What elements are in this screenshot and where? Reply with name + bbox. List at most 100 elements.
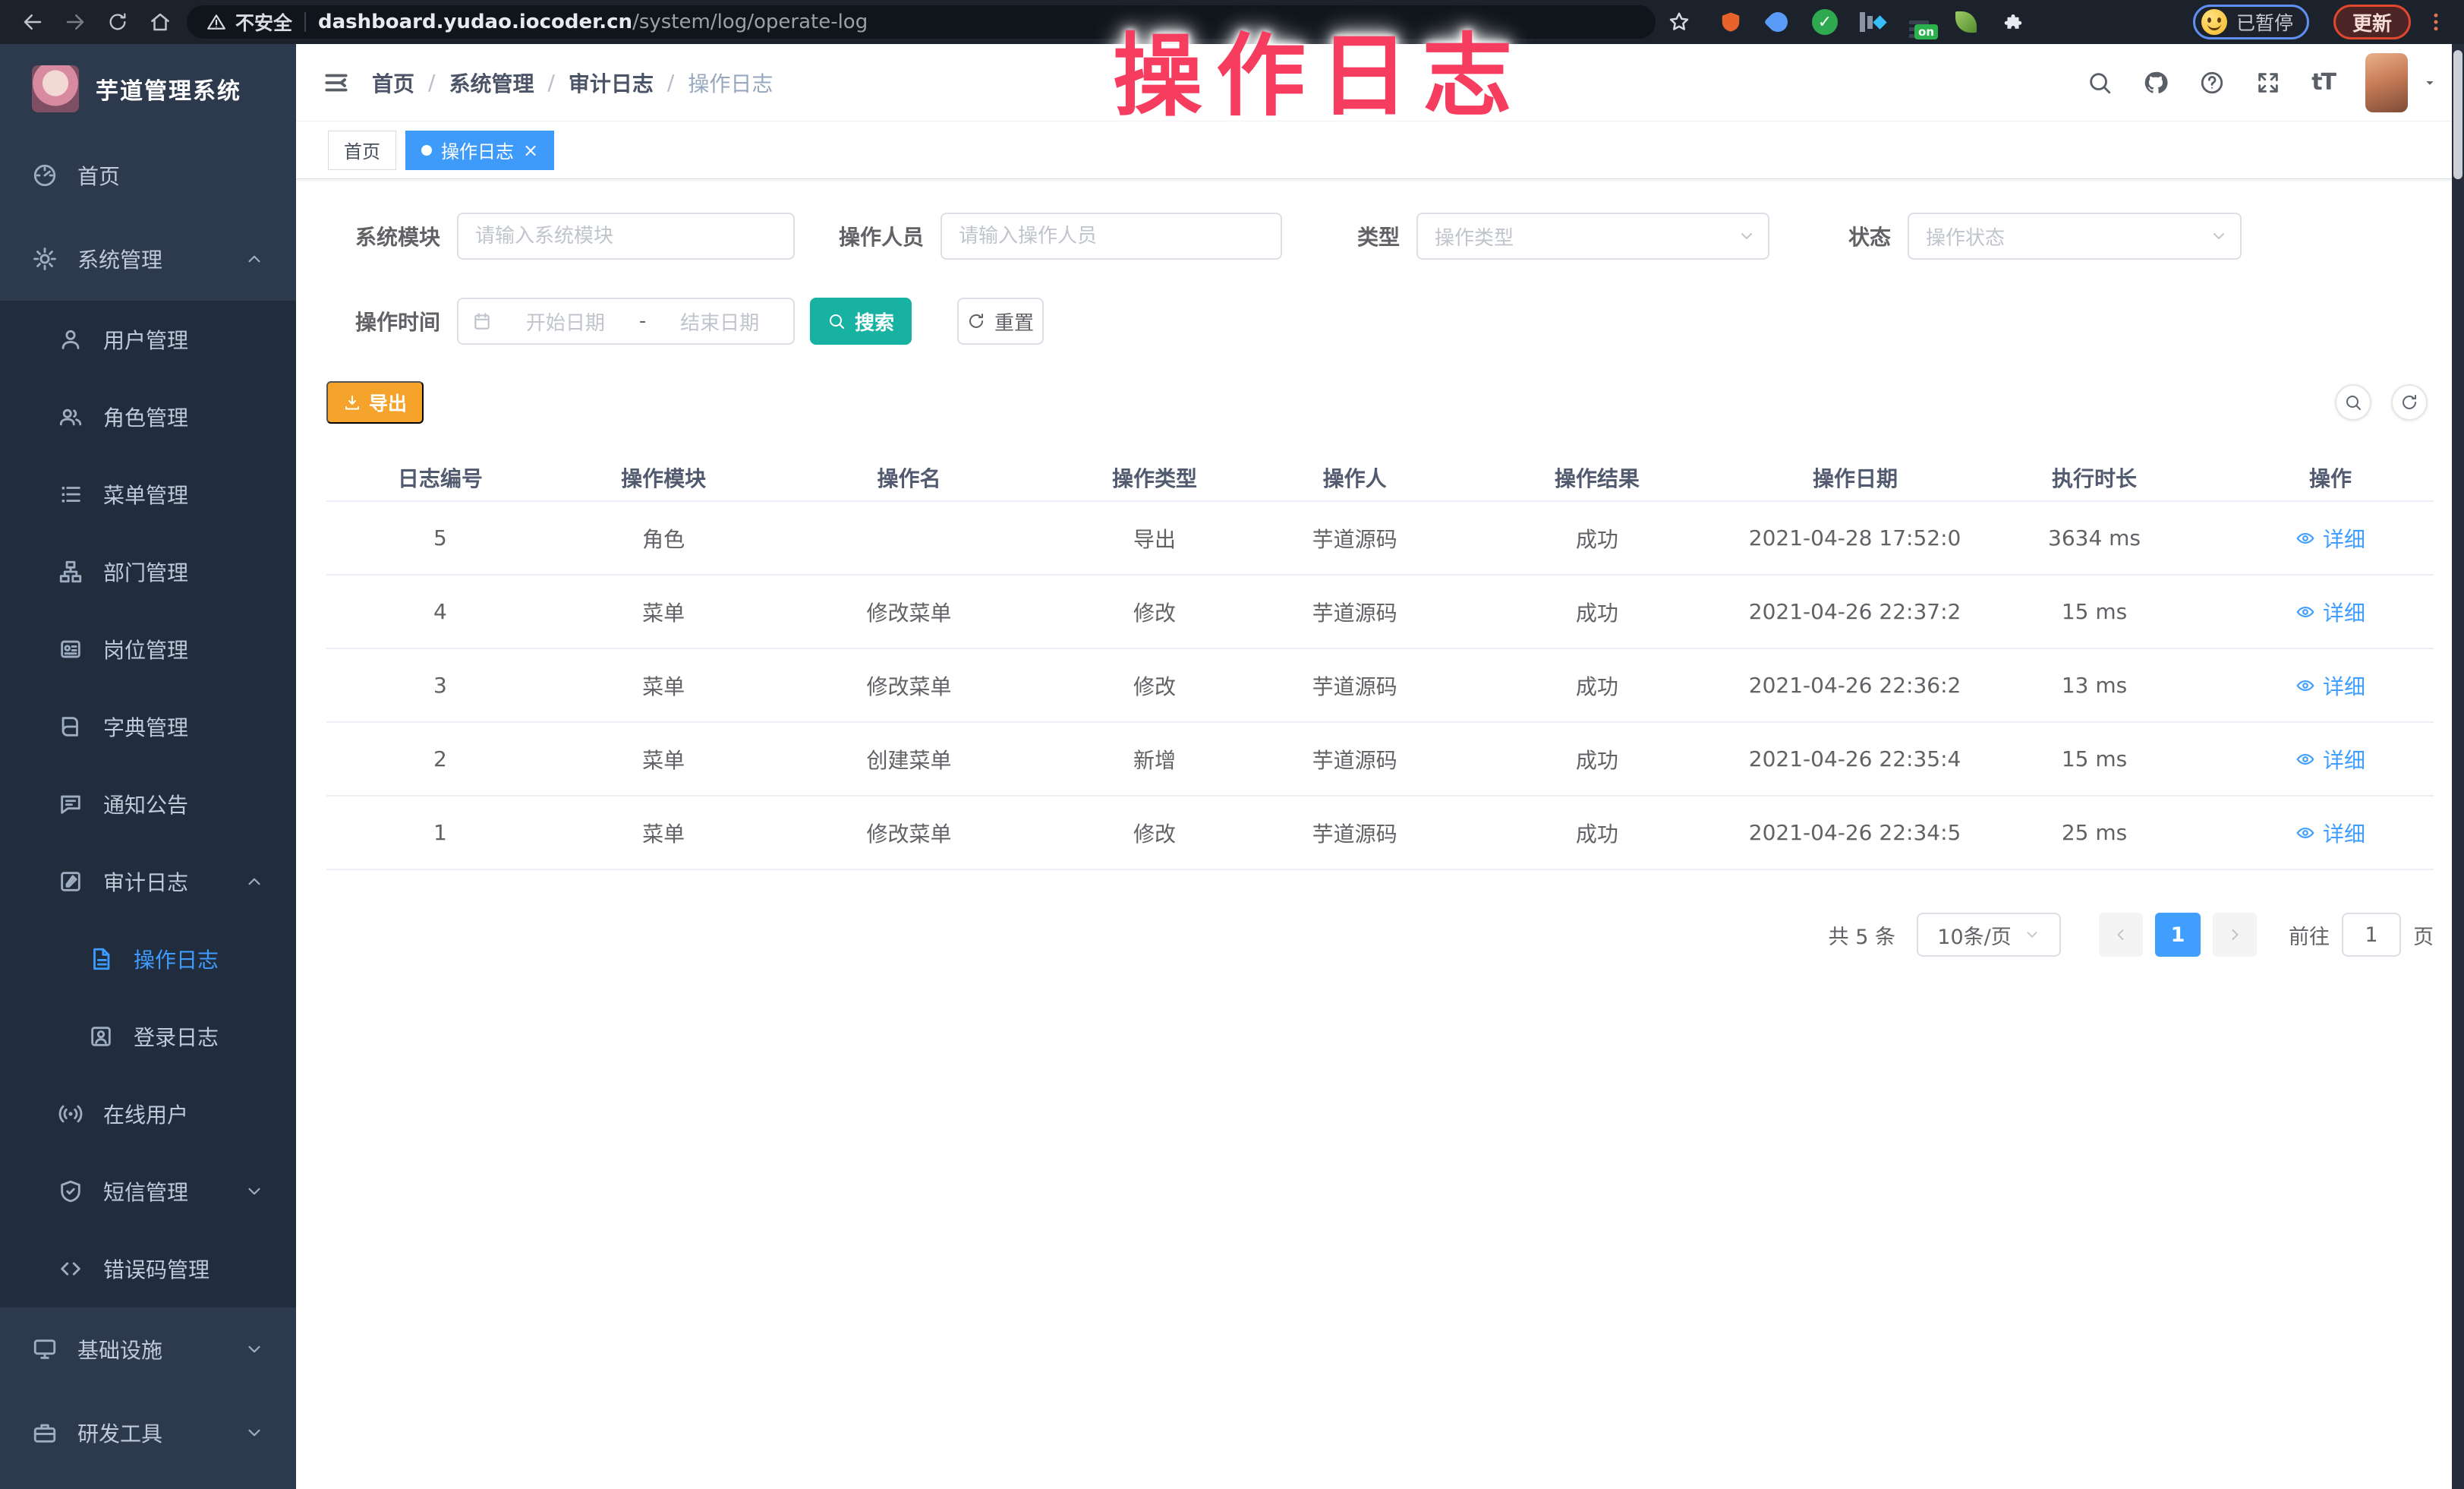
security-chip[interactable]: 不安全 — [206, 8, 292, 36]
sidebar-item-notice[interactable]: 通知公告 — [0, 765, 296, 843]
reset-button[interactable]: 重置 — [957, 298, 1044, 345]
sidebar-item-user[interactable]: 用户管理 — [0, 301, 296, 378]
cell: 修改菜单 — [774, 796, 1045, 869]
font-size-icon[interactable]: tT — [2311, 69, 2335, 96]
table-toolbar-right — [2335, 384, 2428, 421]
column-header-操作日期: 操作日期 — [1749, 454, 1961, 501]
sidebar-item-sms[interactable]: 短信管理 — [0, 1153, 296, 1230]
annotation-overlay-title: 操作日志 — [1113, 3, 1526, 133]
module-label: 系统模块 — [326, 221, 440, 251]
status-select[interactable]: 操作状态 — [1908, 213, 2242, 260]
shield-ext-icon[interactable] — [1716, 8, 1745, 36]
tab-首页[interactable]: 首页 — [328, 131, 396, 170]
breadcrumb-item-1[interactable]: 首页 — [372, 68, 414, 98]
cell: 3 — [326, 648, 554, 722]
app-logo-row[interactable]: 芋道管理系统 — [0, 44, 296, 134]
close-icon[interactable]: × — [523, 141, 538, 159]
detail-link[interactable]: 详细 — [2295, 818, 2365, 848]
paused-extension-chip[interactable]: 已暂停 — [2193, 5, 2309, 39]
type-select[interactable]: 操作类型 — [1416, 213, 1769, 260]
cell: 成功 — [1445, 501, 1749, 575]
sidebar-item-dict[interactable]: 字典管理 — [0, 688, 296, 765]
cell: 菜单 — [554, 648, 774, 722]
check-ext-icon[interactable]: ✓ — [1810, 8, 1839, 36]
drop-ext-icon[interactable] — [1763, 8, 1792, 36]
pagination-total: 共 5 条 — [1829, 920, 1895, 950]
sidebar-item-audit-log[interactable]: 审计日志 — [0, 843, 296, 920]
sidebar-item-dev-tool[interactable]: 研发工具 — [0, 1391, 296, 1475]
page-scrollbar[interactable] — [2452, 44, 2464, 1489]
leaf-ext-icon[interactable] — [1952, 8, 1980, 36]
refresh-table-button[interactable] — [2391, 384, 2428, 421]
calendar-icon — [472, 311, 492, 331]
font-size-icon: tT — [2311, 69, 2335, 96]
page-content: 系统模块 操作人员 类型 操作类型 状态 操作状态 操作时间 — [296, 179, 2464, 1489]
emoji-extension-icon — [2201, 9, 2227, 35]
sidebar-item-label: 菜单管理 — [103, 479, 188, 509]
sidebar-item-error-code[interactable]: 错误码管理 — [0, 1230, 296, 1308]
browser-home-button[interactable] — [144, 6, 176, 38]
browser-back-button[interactable] — [17, 6, 49, 38]
list-icon — [58, 481, 83, 507]
detail-link-label: 详细 — [2323, 670, 2365, 701]
column-header-操作类型: 操作类型 — [1045, 454, 1265, 501]
toggle-search-button[interactable] — [2335, 384, 2371, 421]
sidebar-item-menu[interactable]: 菜单管理 — [0, 456, 296, 533]
hamburger-icon[interactable] — [322, 68, 351, 97]
sidebar-item-system[interactable]: 系统管理 — [0, 217, 296, 301]
page-number-1[interactable]: 1 — [2155, 913, 2201, 957]
sidebar-item-label: 首页 — [77, 160, 120, 191]
cell: 15 ms — [1961, 722, 2227, 796]
detail-link[interactable]: 详细 — [2295, 744, 2365, 774]
sidebar: 芋道管理系统 首页系统管理用户管理角色管理菜单管理部门管理岗位管理字典管理通知公… — [0, 44, 296, 1489]
sidebar-item-operate-log[interactable]: 操作日志 — [0, 920, 296, 998]
sidebar-item-post[interactable]: 岗位管理 — [0, 610, 296, 688]
browser-forward-button[interactable] — [59, 6, 91, 38]
user-menu[interactable] — [2365, 53, 2438, 112]
puzzle-ext-icon[interactable] — [1999, 8, 2028, 36]
next-page-button[interactable] — [2213, 913, 2257, 957]
column-header-操作: 操作 — [2227, 454, 2434, 501]
help-icon[interactable] — [2199, 70, 2225, 96]
sidebar-item-label: 研发工具 — [77, 1418, 162, 1448]
column-header-日志编号: 日志编号 — [326, 454, 554, 501]
tab-操作日志[interactable]: 操作日志× — [405, 131, 554, 170]
switch-ext-icon[interactable]: on — [1905, 8, 1933, 36]
github-icon[interactable] — [2143, 70, 2169, 96]
operator-input[interactable] — [941, 213, 1282, 260]
type-label: 类型 — [1339, 221, 1400, 251]
browser-menu-kebab-icon[interactable] — [2425, 11, 2447, 33]
export-button[interactable]: 导出 — [326, 381, 424, 424]
detail-link[interactable]: 详细 — [2295, 523, 2365, 554]
paused-label: 已暂停 — [2236, 8, 2293, 36]
date-range-picker[interactable]: 开始日期 - 结束日期 — [457, 298, 795, 345]
bookmark-star-icon[interactable] — [1663, 6, 1695, 38]
detail-link[interactable]: 详细 — [2295, 597, 2365, 627]
avatar[interactable] — [2365, 53, 2408, 112]
browser-update-button[interactable]: 更新 — [2333, 5, 2411, 39]
book-icon — [58, 714, 83, 740]
sidebar-item-role[interactable]: 角色管理 — [0, 378, 296, 456]
sidebar-item-dept[interactable]: 部门管理 — [0, 533, 296, 610]
browser-reload-button[interactable] — [102, 6, 134, 38]
columns-ext-icon[interactable] — [1857, 8, 1886, 36]
sidebar-item-home[interactable]: 首页 — [0, 134, 296, 217]
cell: 导出 — [1045, 501, 1265, 575]
sidebar-item-online-user[interactable]: 在线用户 — [0, 1075, 296, 1153]
module-input[interactable] — [457, 213, 795, 260]
chevron-down-icon — [2024, 926, 2040, 943]
scrollbar-thumb[interactable] — [2453, 50, 2462, 179]
breadcrumb-item-2[interactable]: 系统管理 — [449, 68, 534, 98]
goto-page-input[interactable] — [2342, 913, 2401, 957]
cell: 芋道源码 — [1264, 575, 1445, 648]
prev-page-button[interactable] — [2099, 913, 2143, 957]
search-icon[interactable] — [2087, 70, 2113, 96]
breadcrumb-item-3[interactable]: 审计日志 — [569, 68, 654, 98]
sidebar-item-login-log[interactable]: 登录日志 — [0, 998, 296, 1075]
detail-link[interactable]: 详细 — [2295, 670, 2365, 701]
sidebar-item-infra[interactable]: 基础设施 — [0, 1308, 296, 1391]
fullscreen-icon[interactable] — [2255, 70, 2281, 96]
chevron-up-icon — [244, 872, 264, 891]
search-button[interactable]: 搜索 — [810, 298, 912, 345]
page-size-select[interactable]: 10条/页 — [1917, 913, 2061, 957]
